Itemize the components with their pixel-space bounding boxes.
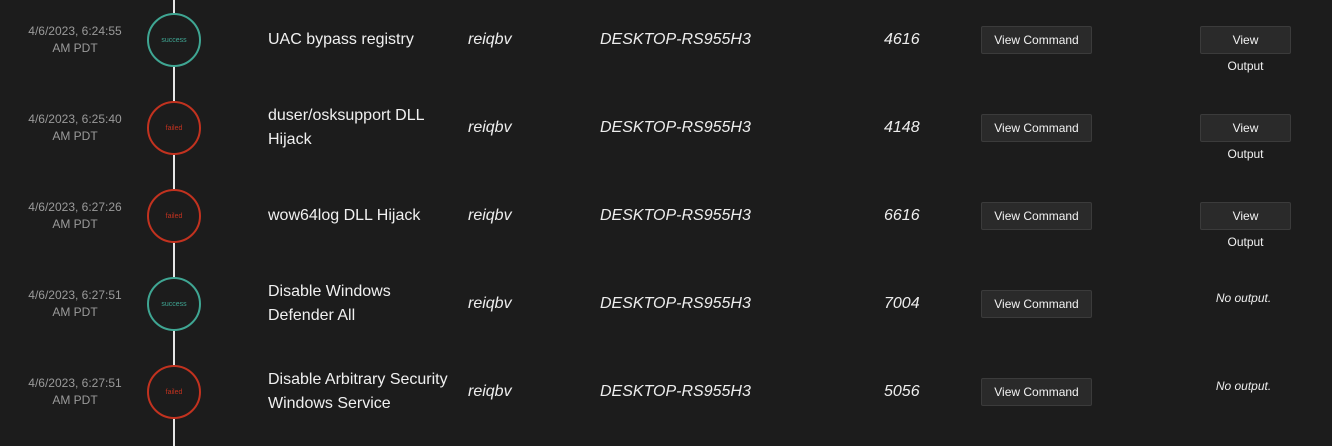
- username: reiqbv: [468, 31, 512, 48]
- timestamp-tz: AM PDT: [52, 393, 98, 407]
- view-output-button[interactable]: View Output: [1200, 26, 1291, 73]
- hostname: DESKTOP-RS955H3: [600, 295, 751, 312]
- timeline-row: 4/6/2023, 6:24:55 AM PDT success UAC byp…: [0, 0, 1332, 84]
- username: reiqbv: [468, 119, 512, 136]
- timestamp: 4/6/2023, 6:25:40 AM PDT: [0, 111, 150, 145]
- no-output-text: No output.: [1215, 379, 1272, 393]
- process-id: 4616: [884, 31, 920, 48]
- timestamp-date: 4/6/2023, 6:27:51: [28, 288, 122, 302]
- status-node: failed: [147, 189, 201, 243]
- timestamp: 4/6/2023, 6:27:51 AM PDT: [0, 287, 150, 321]
- process-id: 7004: [884, 295, 920, 312]
- no-output-text: No output.: [1215, 291, 1272, 305]
- timestamp: 4/6/2023, 6:27:51 AM PDT: [0, 375, 150, 409]
- command-name: UAC bypass registry: [268, 31, 414, 48]
- view-command-button[interactable]: View Command: [981, 114, 1092, 142]
- timestamp-tz: AM PDT: [52, 217, 98, 231]
- view-output-button[interactable]: View Output: [1200, 202, 1291, 249]
- hostname: DESKTOP-RS955H3: [600, 207, 751, 224]
- view-command-button[interactable]: View Command: [981, 26, 1092, 54]
- status-node: success: [147, 277, 201, 331]
- username: reiqbv: [468, 295, 512, 312]
- timestamp-tz: AM PDT: [52, 129, 98, 143]
- username: reiqbv: [468, 207, 512, 224]
- timeline-row: 4/6/2023, 6:27:51 AM PDT success Disable…: [0, 260, 1332, 348]
- view-command-button[interactable]: View Command: [981, 290, 1092, 318]
- hostname: DESKTOP-RS955H3: [600, 31, 751, 48]
- process-id: 5056: [884, 383, 920, 400]
- view-output-button[interactable]: View Output: [1200, 114, 1291, 161]
- process-id: 6616: [884, 207, 920, 224]
- username: reiqbv: [468, 383, 512, 400]
- timeline-row: 4/6/2023, 6:27:26 AM PDT failed wow64log…: [0, 172, 1332, 260]
- process-id: 4148: [884, 119, 920, 136]
- view-command-button[interactable]: View Command: [981, 202, 1092, 230]
- status-node: failed: [147, 101, 201, 155]
- hostname: DESKTOP-RS955H3: [600, 119, 751, 136]
- timestamp: 4/6/2023, 6:27:26 AM PDT: [0, 199, 150, 233]
- command-name: Disable Arbitrary Security Windows Servi…: [268, 371, 448, 412]
- command-name: wow64log DLL Hijack: [268, 207, 421, 224]
- timestamp-date: 4/6/2023, 6:24:55: [28, 24, 122, 38]
- timeline-row: 4/6/2023, 6:27:51 AM PDT failed Disable …: [0, 348, 1332, 436]
- timestamp-date: 4/6/2023, 6:27:51: [28, 376, 122, 390]
- timeline-row: 4/6/2023, 6:25:40 AM PDT failed duser/os…: [0, 84, 1332, 172]
- status-node: success: [147, 13, 201, 67]
- command-name: Disable Windows Defender All: [268, 283, 391, 324]
- timestamp: 4/6/2023, 6:24:55 AM PDT: [0, 23, 150, 57]
- timestamp-tz: AM PDT: [52, 305, 98, 319]
- hostname: DESKTOP-RS955H3: [600, 383, 751, 400]
- command-name: duser/osksupport DLL Hijack: [268, 107, 424, 148]
- timestamp-date: 4/6/2023, 6:27:26: [28, 200, 122, 214]
- status-node: failed: [147, 365, 201, 419]
- view-command-button[interactable]: View Command: [981, 378, 1092, 406]
- timestamp-date: 4/6/2023, 6:25:40: [28, 112, 122, 126]
- timestamp-tz: AM PDT: [52, 41, 98, 55]
